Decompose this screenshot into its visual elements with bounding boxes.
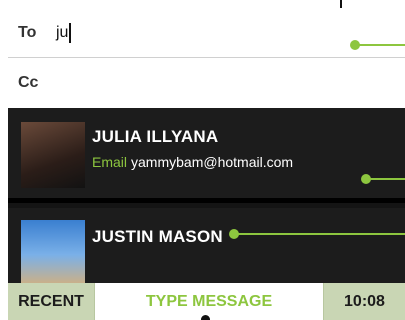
contact-email: Email yammybam@hotmail.com <box>92 154 293 170</box>
callout-dot <box>361 174 371 184</box>
callout-dot <box>229 229 239 239</box>
recent-button[interactable]: RECENT <box>8 283 94 320</box>
contact-avatar <box>21 122 85 188</box>
to-field[interactable]: To ju <box>8 8 405 58</box>
type-message-button[interactable]: TYPE MESSAGE <box>94 283 324 320</box>
callout-line <box>361 174 405 184</box>
to-input-value: ju <box>56 23 69 41</box>
contact-suggestion-justin[interactable]: JUSTIN MASON <box>8 208 405 283</box>
callout-line <box>340 0 342 8</box>
callout-dot <box>350 40 360 50</box>
contact-avatar <box>21 220 85 283</box>
email-value: yammybam@hotmail.com <box>131 154 294 170</box>
to-label: To <box>18 23 37 41</box>
callout-dot <box>201 315 210 320</box>
cc-field[interactable]: Cc <box>8 58 405 108</box>
cc-label: Cc <box>18 74 39 91</box>
contact-suggestion-list: JULIA ILLYANA Email yammybam@hotmail.com … <box>8 108 405 283</box>
to-input[interactable]: ju <box>56 22 72 43</box>
callout-line <box>229 229 405 239</box>
contact-name: JULIA ILLYANA <box>92 127 219 146</box>
callout-line <box>350 40 405 50</box>
contact-suggestion-julia[interactable]: JULIA ILLYANA Email yammybam@hotmail.com <box>8 108 405 203</box>
email-label: Email <box>92 154 128 170</box>
text-cursor <box>69 22 72 43</box>
clock: 10:08 <box>324 283 405 320</box>
compose-screen: To ju Cc JULIA ILLYANA Email yammybam@hot… <box>0 0 405 320</box>
contact-name: JUSTIN MASON <box>92 227 223 246</box>
